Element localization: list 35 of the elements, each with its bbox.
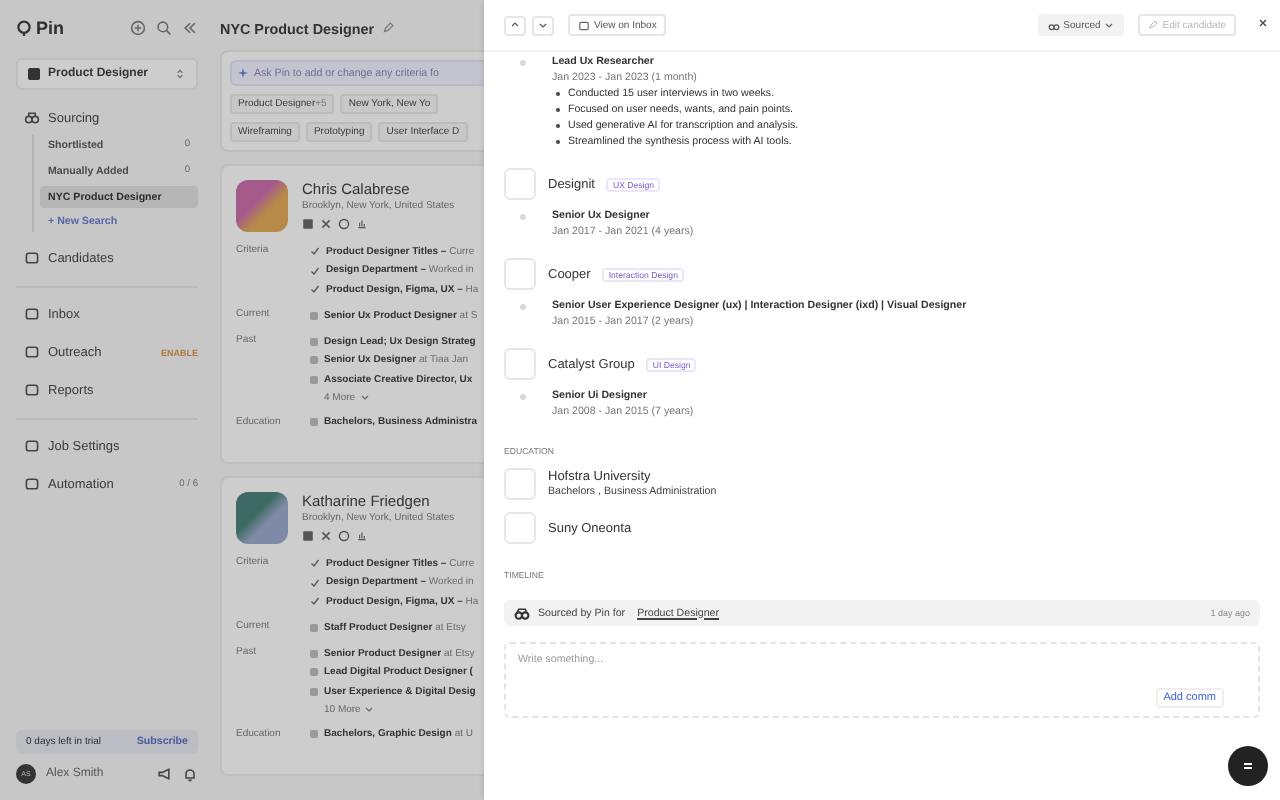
- binoculars-icon: [24, 110, 40, 126]
- close-button[interactable]: [1258, 18, 1268, 32]
- x-icon[interactable]: [320, 218, 332, 230]
- chevron-down-icon: [359, 392, 370, 402]
- timeline-dot: [520, 304, 526, 310]
- company-logo-placeholder: [504, 348, 536, 380]
- bell-icon[interactable]: [182, 766, 198, 782]
- collapse-icon[interactable]: [182, 20, 198, 36]
- sparkle-icon: [238, 68, 248, 78]
- binoculars-icon: [1047, 19, 1060, 31]
- school-logo-placeholder: [504, 512, 536, 544]
- timeline-dot: [520, 394, 526, 400]
- school-logo-placeholder: [504, 468, 536, 500]
- binoculars-icon: [514, 605, 530, 621]
- megaphone-icon[interactable]: [156, 766, 172, 782]
- chevron-updown-icon: [174, 68, 186, 80]
- close-icon: [1258, 18, 1268, 28]
- chevron-down-icon: [1104, 20, 1115, 30]
- avatar-placeholder: [236, 180, 288, 232]
- add-icon[interactable]: [130, 20, 146, 36]
- pencil-icon[interactable]: [382, 22, 395, 34]
- avatar-placeholder: [236, 492, 288, 544]
- timeline-dot: [520, 214, 526, 220]
- pin-logo-icon: [16, 20, 32, 36]
- x-icon[interactable]: [320, 530, 332, 542]
- company-logo-placeholder: [504, 258, 536, 290]
- chevron-up-icon: [510, 20, 520, 30]
- timeline-dot: [520, 60, 526, 66]
- chevron-down-icon: [538, 20, 548, 30]
- pencil-icon: [1148, 20, 1159, 30]
- search-icon[interactable]: [156, 20, 172, 36]
- chat-bubble-icon[interactable]: [1228, 746, 1268, 786]
- chevron-down-icon: [364, 704, 375, 714]
- company-logo-placeholder: [504, 168, 536, 200]
- brand-name: Pin: [36, 18, 65, 38]
